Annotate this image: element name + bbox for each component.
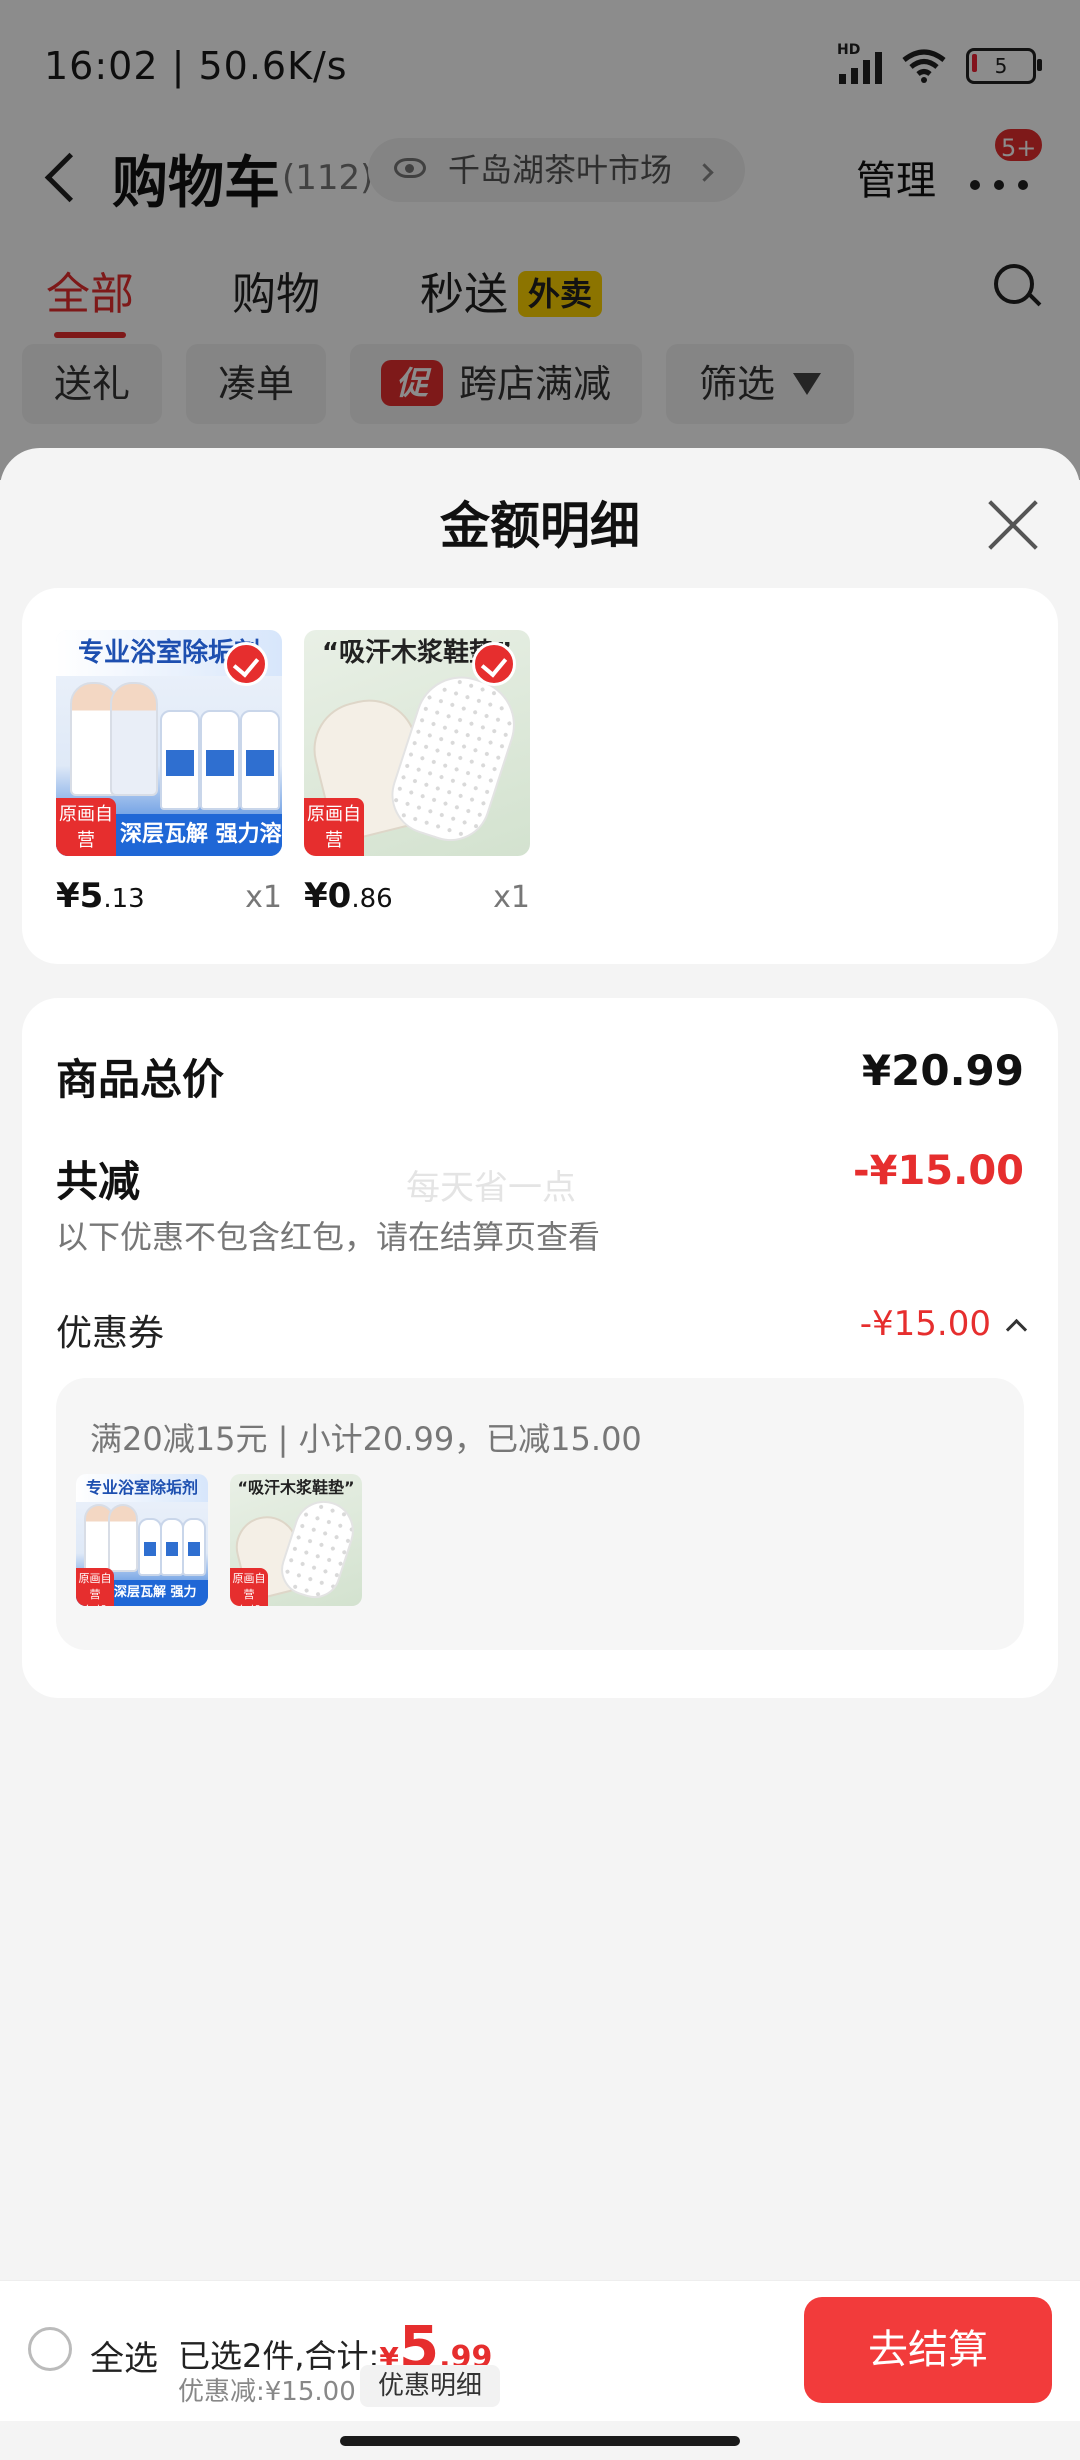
- product-item[interactable]: “吸汗木浆鞋垫” 原画自营 包邮 ¥0.86 x1: [304, 630, 530, 916]
- check-icon[interactable]: [472, 642, 516, 686]
- amount-details-sheet: 金额明细 专业浴室除垢剂 深层瓦解 强力溶垢 原画自营 包邮 ¥5.13 x1: [0, 448, 1080, 2460]
- coupon-detail-box: 满20减15元 | 小计20.99，已减15.00 专业浴室除垢剂 深层瓦解 强…: [56, 1378, 1024, 1650]
- saved-amount: 优惠减:¥15.00: [178, 2377, 356, 2407]
- select-all-checkbox[interactable]: [28, 2327, 72, 2371]
- coupon-toggle[interactable]: -¥15.00: [859, 1304, 1028, 1344]
- coupon-detail-text: 满20减15元 | 小计20.99，已减15.00: [90, 1420, 642, 1458]
- total-price-value: ¥20.99: [861, 1046, 1024, 1095]
- insole-graphic: [381, 664, 527, 852]
- checkout-bar: 全选 已选2件,合计:¥5.99 优惠减:¥15.00 优惠明细 去结算: [0, 2280, 1080, 2421]
- free-shipping-badge: 原画自营 包邮: [56, 798, 116, 856]
- coupon-product-thumb: 专业浴室除垢剂 深层瓦解 强力溶垢 原画自营 包邮: [76, 1474, 208, 1606]
- close-icon[interactable]: [984, 496, 1042, 554]
- discount-note: 以下优惠不包含红包，请在结算页查看: [56, 1218, 601, 1256]
- product-image: 专业浴室除垢剂 深层瓦解 强力溶垢 原画自营 包邮: [56, 630, 282, 856]
- check-icon[interactable]: [224, 642, 268, 686]
- select-all-label[interactable]: 全选: [90, 2331, 158, 2380]
- free-shipping-badge: 原画自营 包邮: [304, 798, 364, 856]
- discount-details-button[interactable]: 优惠明细: [360, 2365, 501, 2407]
- selected-products-card: 专业浴室除垢剂 深层瓦解 强力溶垢 原画自营 包邮 ¥5.13 x1 “吸汗木浆…: [22, 588, 1058, 964]
- sheet-title: 金额明细: [440, 497, 640, 555]
- coupon-product-thumb: “吸汗木浆鞋垫” 原画自营 包邮: [230, 1474, 362, 1606]
- home-indicator[interactable]: [340, 2436, 740, 2446]
- chevron-up-icon: [1005, 1318, 1028, 1341]
- checkout-button[interactable]: 去结算: [804, 2297, 1052, 2403]
- product-quantity: x1: [245, 880, 282, 915]
- selected-count-text: 已选2件,合计:: [178, 2337, 380, 2375]
- total-discount-value: -¥15.00: [853, 1148, 1024, 1194]
- product-quantity: x1: [493, 880, 530, 915]
- product-image: “吸汗木浆鞋垫” 原画自营 包邮: [304, 630, 530, 856]
- price-summary-card: 商品总价 ¥20.99 共减 每天省一点 -¥15.00 以下优惠不包含红包，请…: [22, 998, 1058, 1698]
- modal-backdrop[interactable]: [0, 0, 1080, 480]
- coupon-value: -¥15.00: [859, 1304, 991, 1344]
- product-price: ¥0.86: [304, 876, 393, 916]
- product-item[interactable]: 专业浴室除垢剂 深层瓦解 强力溶垢 原画自营 包邮 ¥5.13 x1: [56, 630, 282, 916]
- watermark-text: 每天省一点: [406, 1168, 576, 1208]
- product-price: ¥5.13: [56, 876, 145, 916]
